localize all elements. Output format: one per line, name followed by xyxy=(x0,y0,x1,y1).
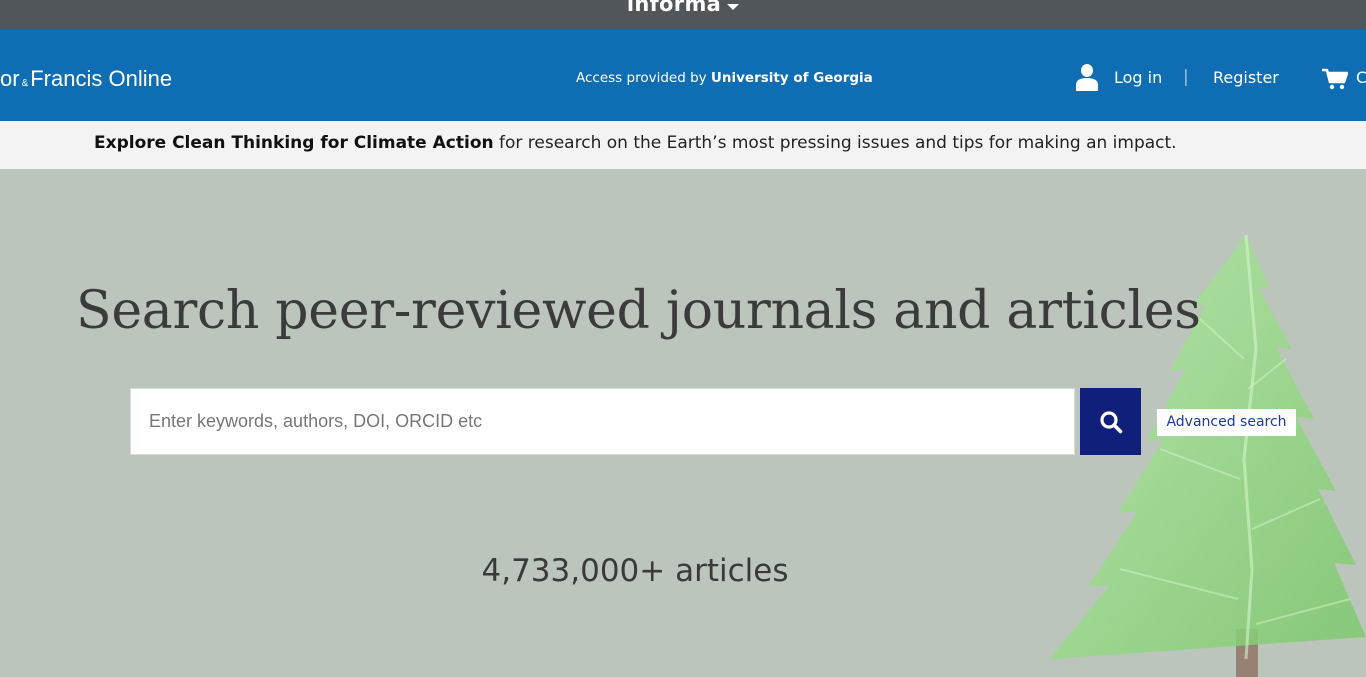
access-provided-text: Access provided by University of Georgia xyxy=(576,70,873,86)
hero-section: Search peer-reviewed journals and articl… xyxy=(0,169,1366,677)
caret-down-icon xyxy=(727,4,740,10)
header-separator: | xyxy=(1183,67,1189,87)
register-link[interactable]: Register xyxy=(1213,68,1279,87)
site-header: or &Francis Online Access provided by Uni… xyxy=(0,30,1366,121)
search-button[interactable] xyxy=(1080,388,1141,455)
hero-title: Search peer-reviewed journals and articl… xyxy=(76,281,1201,341)
promo-banner: Explore Clean Thinking for Climate Actio… xyxy=(0,121,1366,169)
brand-name-right: Francis Online xyxy=(30,66,173,91)
promo-text: Explore Clean Thinking for Climate Actio… xyxy=(94,133,1177,153)
access-institution: University of Georgia xyxy=(710,70,873,86)
informa-bar: informa xyxy=(0,0,1366,30)
informa-menu-toggle[interactable]: informa xyxy=(0,0,1366,16)
site-logo[interactable]: or &Francis Online xyxy=(0,66,172,92)
article-count: 4,733,000+ articles xyxy=(481,553,789,589)
promo-description: for research on the Earth’s most pressin… xyxy=(493,133,1177,153)
advanced-search-link[interactable]: Advanced search xyxy=(1157,409,1296,436)
search-icon xyxy=(1100,411,1123,434)
brand-name-left: or xyxy=(0,66,20,91)
user-icon[interactable] xyxy=(1076,63,1098,91)
cart-icon[interactable] xyxy=(1322,68,1348,90)
search-input[interactable] xyxy=(130,388,1075,455)
cart-link-label[interactable]: C xyxy=(1356,68,1366,87)
brand-ampersand: & xyxy=(21,78,29,89)
login-link[interactable]: Log in xyxy=(1114,68,1162,87)
access-prefix: Access provided by xyxy=(576,70,711,86)
promo-link[interactable]: Explore Clean Thinking for Climate Actio… xyxy=(94,133,494,153)
informa-label: informa xyxy=(626,0,722,16)
